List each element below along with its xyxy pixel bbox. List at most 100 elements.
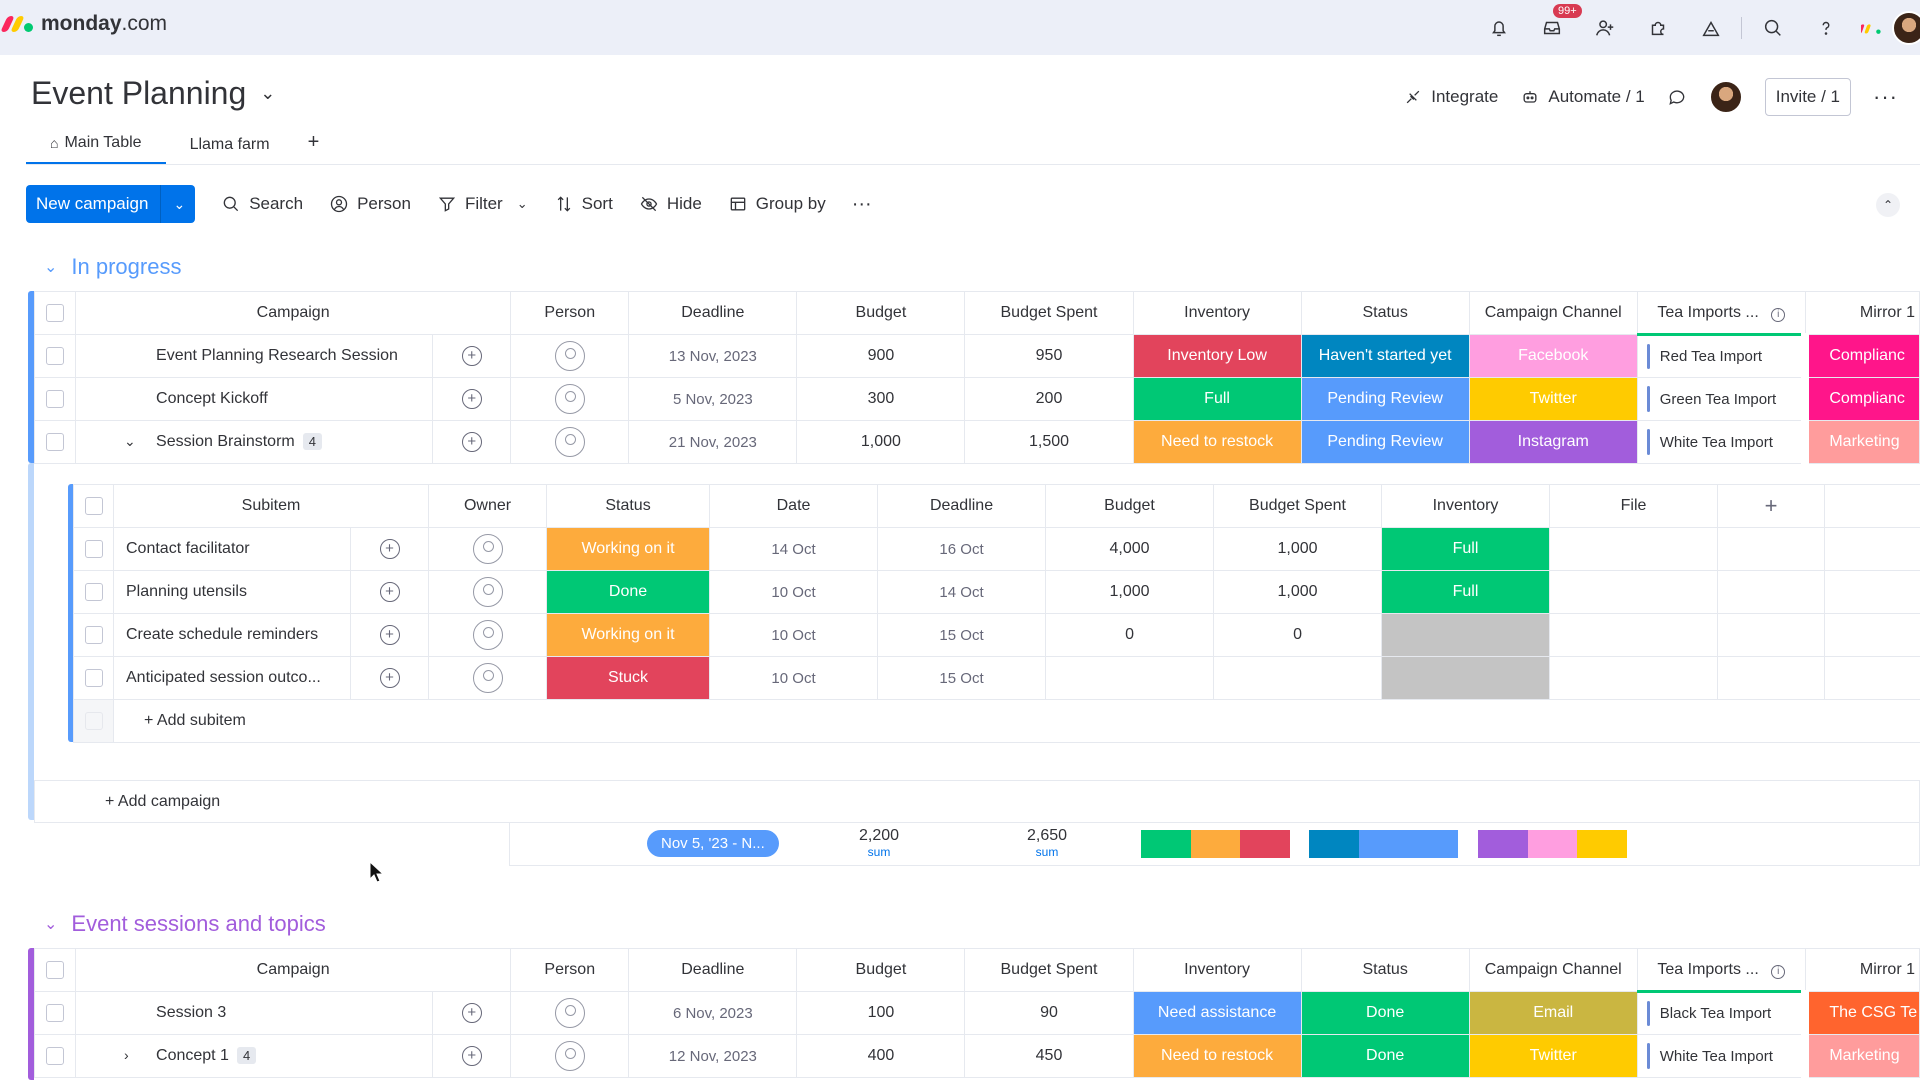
info-icon[interactable]: i <box>1771 307 1786 322</box>
row-checkbox[interactable] <box>33 377 77 421</box>
date-cell[interactable]: 10 Oct <box>709 656 879 700</box>
updates-button[interactable] <box>1667 87 1687 107</box>
sub-deadline-cell[interactable]: 15 Oct <box>877 613 1047 657</box>
date-cell[interactable]: 10 Oct <box>709 570 879 614</box>
row-checkbox[interactable] <box>33 420 77 464</box>
add-update-button[interactable]: + <box>349 527 430 571</box>
budget-spent-cell[interactable]: 1,500 <box>964 420 1134 464</box>
owner-cell[interactable] <box>428 570 548 614</box>
table-row[interactable]: › Concept 1 4 + 12 Nov, 2023 400 450 Need … <box>33 1034 1920 1078</box>
owner-cell[interactable] <box>428 613 548 657</box>
add-update-button[interactable]: + <box>432 420 512 464</box>
add-update-button[interactable]: + <box>432 377 512 421</box>
column-header-subitem[interactable]: Subitem <box>112 484 430 528</box>
column-header-budget[interactable]: Budget <box>796 948 966 992</box>
subitem-count-badge[interactable]: 4 <box>236 1047 257 1064</box>
date-cell[interactable]: 14 Oct <box>709 527 879 571</box>
deadline-cell[interactable]: 5 Nov, 2023 <box>628 377 798 421</box>
budget-cell[interactable]: 100 <box>796 991 966 1035</box>
column-header-mirror[interactable]: Mirror 1 <box>1804 948 1920 992</box>
person-cell[interactable] <box>510 377 630 421</box>
inventory-cell[interactable]: Need assistance <box>1132 991 1302 1035</box>
tab-main-table[interactable]: ⌂ Main Table <box>26 134 166 164</box>
deadline-cell[interactable]: 21 Nov, 2023 <box>628 420 798 464</box>
add-subitem-button[interactable]: + Add subitem <box>112 699 1920 743</box>
status-cell[interactable]: Done <box>1300 1034 1470 1078</box>
mirror-cell[interactable]: Complianc <box>1801 377 1920 421</box>
tea-import-cell[interactable]: Green Tea Import <box>1636 377 1806 421</box>
add-update-button[interactable]: + <box>432 991 512 1035</box>
add-campaign-button[interactable]: + Add campaign <box>105 793 220 811</box>
summary-date-range[interactable]: Nov 5, '23 - N... <box>647 830 779 857</box>
tea-import-cell[interactable]: Black Tea Import <box>1636 991 1806 1035</box>
column-header-campaign-channel[interactable]: Campaign Channel <box>1468 948 1638 992</box>
campaign-name-cell[interactable]: Concept Kickoff <box>75 377 434 421</box>
sub-deadline-cell[interactable]: 15 Oct <box>877 656 1047 700</box>
subitem-row[interactable]: Planning utensils + Done 10 Oct 14 Oct 1… <box>73 570 1920 614</box>
person-cell[interactable] <box>510 991 630 1035</box>
budget-spent-cell[interactable]: 450 <box>964 1034 1134 1078</box>
select-all-checkbox[interactable] <box>33 948 77 992</box>
status-cell[interactable]: Done <box>1300 991 1470 1035</box>
column-header-date[interactable]: Date <box>709 484 879 528</box>
group-collapse-chevron-icon[interactable]: ⌄ <box>44 257 57 277</box>
hide-button[interactable]: Hide <box>639 194 702 214</box>
column-header-deadline[interactable]: Deadline <box>628 291 798 335</box>
file-cell[interactable] <box>1549 527 1719 571</box>
sub-deadline-cell[interactable]: 16 Oct <box>877 527 1047 571</box>
inventory-distribution-bar[interactable] <box>1141 830 1290 858</box>
channel-cell[interactable]: Twitter <box>1468 377 1638 421</box>
subitem-name[interactable]: Planning utensils <box>113 570 351 614</box>
sub-status-cell[interactable]: Working on it <box>546 527 711 571</box>
status-cell[interactable]: Pending Review <box>1300 420 1470 464</box>
status-cell[interactable]: Haven't started yet <box>1300 334 1470 378</box>
campaign-name-cell[interactable]: Event Planning Research Session <box>75 334 434 378</box>
date-cell[interactable]: 10 Oct <box>709 613 879 657</box>
column-header-mirror[interactable]: Mirror 1 <box>1804 291 1920 335</box>
table-row[interactable]: ⌄ Session Brainstorm 4 + 21 Nov, 2023 1,00… <box>33 420 1920 464</box>
budget-cell[interactable]: 900 <box>796 334 966 378</box>
product-switcher-icon[interactable] <box>1852 0 1892 55</box>
more-toolbar-icon[interactable]: ··· <box>852 193 872 216</box>
add-subitem-row[interactable]: + Add subitem <box>73 699 1920 743</box>
column-header-deadline[interactable]: Deadline <box>628 948 798 992</box>
filter-button[interactable]: Filter ⌄ <box>437 194 528 214</box>
sub-inventory-cell[interactable]: Full <box>1381 570 1551 614</box>
invite-members-icon[interactable] <box>1578 0 1631 55</box>
sub-inventory-cell[interactable]: Full <box>1381 527 1551 571</box>
automate-button[interactable]: Automate / 1 <box>1520 87 1645 107</box>
column-header-sub-deadline[interactable]: Deadline <box>877 484 1047 528</box>
column-header-tea-imports[interactable]: Tea Imports ... i <box>1636 291 1806 336</box>
column-header-budget-spent[interactable]: Budget Spent <box>964 291 1134 335</box>
row-checkbox[interactable] <box>33 334 77 378</box>
filter-dropdown-icon[interactable]: ⌄ <box>517 196 528 212</box>
owner-cell[interactable] <box>428 527 548 571</box>
mirror-cell[interactable]: Marketing <box>1801 420 1920 464</box>
row-checkbox[interactable] <box>73 656 114 700</box>
column-header-inventory[interactable]: Inventory <box>1132 291 1302 335</box>
add-update-button[interactable]: + <box>349 613 430 657</box>
sub-budget-spent-cell[interactable]: 0 <box>1213 613 1383 657</box>
group-header-in-progress[interactable]: ⌄ In progress <box>44 254 181 280</box>
sub-budget-cell[interactable]: 0 <box>1045 613 1215 657</box>
subitem-row[interactable]: Create schedule reminders + Working on i… <box>73 613 1920 657</box>
apps-icon[interactable] <box>1631 0 1684 55</box>
sub-inventory-cell[interactable] <box>1381 613 1551 657</box>
owner-cell[interactable] <box>428 656 548 700</box>
info-icon[interactable]: i <box>1771 964 1786 979</box>
inventory-cell[interactable]: Inventory Low <box>1132 334 1302 378</box>
group-by-button[interactable]: Group by <box>728 194 826 214</box>
sort-button[interactable]: Sort <box>554 194 613 214</box>
tea-import-cell[interactable]: Red Tea Import <box>1636 334 1806 378</box>
status-cell[interactable]: Pending Review <box>1300 377 1470 421</box>
subitem-row[interactable]: Anticipated session outco... + Stuck 10 … <box>73 656 1920 700</box>
sub-budget-cell[interactable]: 4,000 <box>1045 527 1215 571</box>
budget-cell[interactable]: 1,000 <box>796 420 966 464</box>
column-header-tea-imports[interactable]: Tea Imports ... i <box>1636 948 1806 993</box>
column-header-inventory[interactable]: Inventory <box>1132 948 1302 992</box>
row-checkbox[interactable] <box>73 527 114 571</box>
channel-distribution-bar[interactable] <box>1478 830 1627 858</box>
integrate-button[interactable]: Integrate <box>1403 87 1498 107</box>
subitem-name[interactable]: Contact facilitator <box>113 527 351 571</box>
column-header-sub-budget[interactable]: Budget <box>1045 484 1215 528</box>
